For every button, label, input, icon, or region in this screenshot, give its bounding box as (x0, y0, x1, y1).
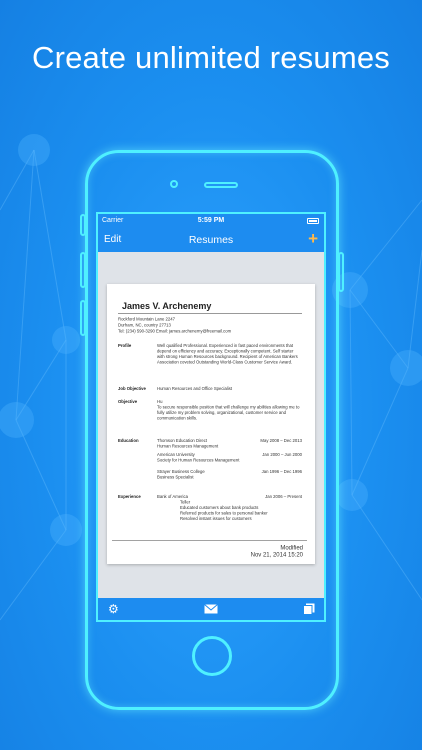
nav-bar: Edit Resumes + (98, 228, 324, 252)
education-detail: Business Specialist (157, 474, 194, 480)
earpiece (204, 182, 238, 188)
resume-preview-area: James V. Archenemy Rockford Mountain Lan… (98, 252, 324, 600)
bottom-toolbar: ⚙ (98, 598, 324, 620)
education-school: American University (157, 452, 195, 457)
profile-text: Well qualified Professional. Experienced… (157, 343, 298, 365)
objective-text: To secure responsible position that will… (157, 404, 300, 421)
copy-icon[interactable] (303, 603, 315, 618)
front-camera (170, 180, 178, 188)
objective-label: Objective (118, 399, 138, 404)
modified-label: Modified (280, 544, 303, 551)
resume-document[interactable]: James V. Archenemy Rockford Mountain Lan… (107, 284, 315, 564)
gear-icon[interactable]: ⚙ (108, 602, 119, 616)
education-label: Education (118, 438, 139, 443)
nav-title: Resumes (188, 234, 234, 246)
contact-line: Tel: (234) 590-3290 Email: james.archene… (118, 328, 232, 334)
experience-duty: Resolved instant issues for customers (180, 516, 252, 521)
modified-info: Modified Nov 21, 2014 15:20 (251, 544, 303, 558)
resume-name: James V. Archenemy (122, 301, 212, 311)
volume-up-button (80, 252, 86, 288)
education-school: Thomson Education Direct (157, 438, 208, 443)
name-divider (118, 313, 302, 314)
job-objective-text: Human Resources and Office Specialist (157, 386, 233, 391)
battery-icon (307, 218, 319, 224)
resume-page: James V. Archenemy Rockford Mountain Lan… (107, 284, 312, 564)
home-button (192, 636, 232, 676)
experience-section: Bank of America Jan 2006 – Present Telle… (157, 494, 302, 522)
power-button (338, 252, 344, 292)
experience-label: Experience (118, 494, 141, 499)
plus-icon[interactable]: + (308, 229, 318, 249)
mute-switch (80, 214, 86, 236)
status-time: 5:59 PM (197, 217, 225, 224)
experience-employer: Bank of America (157, 494, 188, 499)
headline: Create unlimited resumes (31, 40, 390, 75)
modified-date: Nov 21, 2014 15:20 (250, 551, 303, 558)
volume-down-button (80, 300, 86, 336)
education-school: Strayer Business College (157, 469, 205, 474)
job-objective-label: Job Objective (118, 386, 146, 391)
footer-divider (112, 540, 307, 541)
profile-label: Profile (118, 343, 132, 348)
mail-icon[interactable] (204, 603, 218, 617)
education-section: Thomson Education Direct May 2008 – Dec … (157, 438, 302, 480)
objective-section: Hu To secure responsible position that w… (157, 399, 302, 421)
app-screen: Carrier 5:59 PM Edit Resumes + James V. … (96, 212, 326, 622)
resume-address: Rockford Mountain Lane 2247 Durham, NC, … (118, 316, 231, 334)
status-bar: Carrier 5:59 PM (98, 214, 324, 228)
